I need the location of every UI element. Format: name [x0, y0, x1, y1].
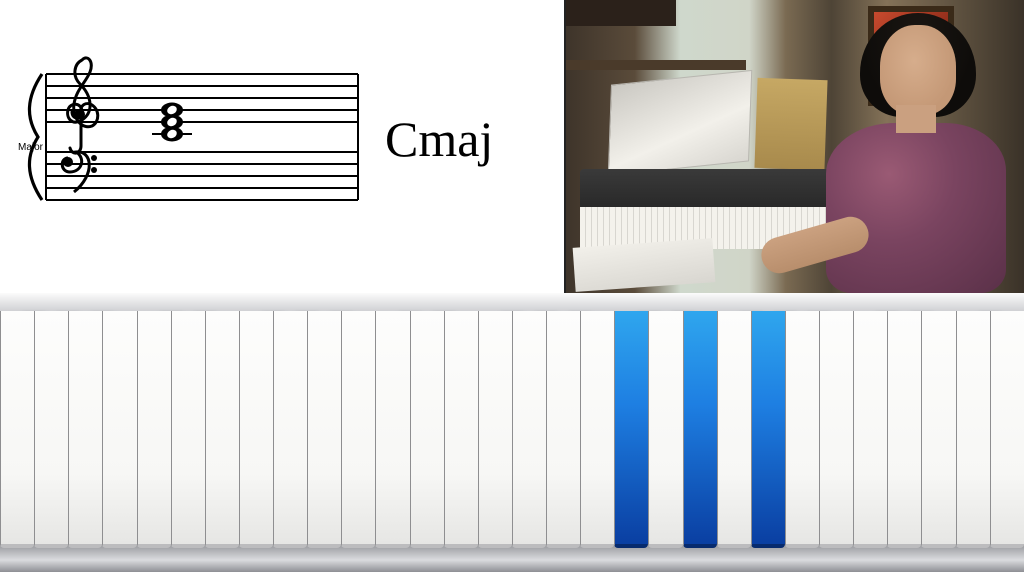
white-key-D3[interactable]: [410, 311, 444, 548]
white-key-D5[interactable]: [887, 311, 921, 548]
white-key-E4[interactable]: [683, 311, 717, 548]
white-key-D4[interactable]: [648, 311, 682, 548]
white-key-B4[interactable]: [819, 311, 853, 548]
white-key-C2[interactable]: [137, 311, 171, 548]
lesson-stage: Major Cmaj: [0, 0, 1024, 572]
white-key-F3[interactable]: [478, 311, 512, 548]
torso-icon: [826, 123, 1006, 293]
white-key-C5[interactable]: [853, 311, 887, 548]
top-panel: Major Cmaj: [0, 0, 1024, 293]
chord-name: Cmaj: [385, 110, 493, 168]
white-key-B3[interactable]: [580, 311, 614, 548]
white-key-B2[interactable]: [341, 311, 375, 548]
keys-container: [0, 311, 1024, 548]
white-key-F1[interactable]: [0, 311, 34, 548]
virtual-keyboard[interactable]: [0, 311, 1024, 548]
white-key-G1[interactable]: [34, 311, 68, 548]
white-key-A1[interactable]: [68, 311, 102, 548]
white-key-D2[interactable]: [171, 311, 205, 548]
keyboard-chrome-top: [0, 293, 1024, 311]
white-key-E2[interactable]: [205, 311, 239, 548]
white-key-G3[interactable]: [512, 311, 546, 548]
white-key-C3[interactable]: [375, 311, 409, 548]
notation-panel: Major Cmaj: [0, 0, 564, 293]
grand-staff: Major: [18, 38, 368, 218]
white-key-F2[interactable]: [239, 311, 273, 548]
white-key-F4[interactable]: [717, 311, 751, 548]
white-key-E5[interactable]: [921, 311, 955, 548]
white-key-E3[interactable]: [444, 311, 478, 548]
head-icon: [880, 25, 956, 115]
white-key-A2[interactable]: [307, 311, 341, 548]
instructor-video[interactable]: [564, 0, 1024, 293]
tablet-music-stand-icon: [608, 70, 753, 176]
instructor-figure: [806, 23, 1018, 293]
white-key-F5[interactable]: [956, 311, 990, 548]
white-key-G5[interactable]: [990, 311, 1024, 548]
virtual-keyboard-panel: [0, 293, 1024, 572]
white-key-C4[interactable]: [614, 311, 648, 548]
white-key-B1[interactable]: [102, 311, 136, 548]
white-key-G4[interactable]: [751, 311, 785, 548]
staff-svg: [18, 38, 368, 218]
white-key-A4[interactable]: [785, 311, 819, 548]
white-key-G2[interactable]: [273, 311, 307, 548]
scale-type-label: Major: [18, 142, 43, 153]
neck-icon: [896, 105, 936, 133]
shelf-icon: [566, 0, 676, 26]
keyboard-chrome-bottom: [0, 548, 1024, 572]
white-key-A3[interactable]: [546, 311, 580, 548]
shelf2-icon: [566, 60, 746, 70]
